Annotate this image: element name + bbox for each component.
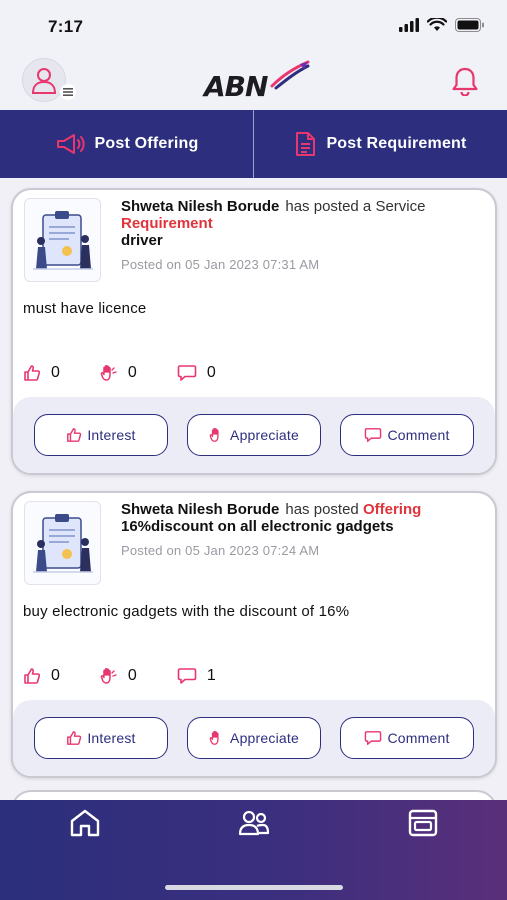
menu-icon — [60, 84, 76, 100]
post-title: driver — [121, 232, 163, 249]
comment-icon — [365, 428, 382, 442]
nav-cards-button[interactable] — [407, 808, 439, 843]
home-indicator — [165, 885, 343, 890]
logo-text: ABN — [204, 70, 268, 103]
appreciate-count-value: 0 — [127, 364, 137, 381]
thumbs-up-icon — [67, 731, 82, 745]
appreciate-button[interactable]: Appreciate — [187, 717, 321, 759]
comment-count-value: 1 — [206, 667, 216, 684]
thumbs-up-icon — [24, 668, 41, 684]
post-author[interactable]: Shweta Nilesh Borude — [121, 198, 279, 215]
profile-avatar-button[interactable] — [22, 58, 76, 102]
wifi-icon — [427, 18, 447, 31]
post-body: must have licence — [23, 300, 147, 317]
interest-button[interactable]: Interest — [34, 717, 168, 759]
post-action-bar: Post Offering Post Requirement — [0, 110, 507, 178]
signal-icon — [399, 18, 419, 32]
status-time: 7:17 — [48, 17, 84, 36]
comment-button[interactable]: Comment — [340, 717, 474, 759]
appreciate-count-value: 0 — [127, 667, 137, 684]
app-header: ABN — [0, 52, 507, 110]
battery-icon — [455, 18, 484, 32]
post-header: Shweta Nilesh Borude has posted a Service… — [121, 198, 485, 249]
home-icon — [70, 809, 100, 837]
thumbs-up-icon — [24, 365, 41, 381]
post-header: Shweta Nilesh Borude has posted Offering … — [121, 501, 485, 535]
post-requirement-button[interactable]: Post Requirement — [254, 110, 507, 178]
status-icons — [399, 18, 485, 32]
bell-icon — [452, 67, 478, 97]
clipboard-illustration-icon — [32, 211, 93, 270]
post-feed[interactable]: Shweta Nilesh Borude has posted a Service… — [0, 178, 507, 800]
comment-icon — [177, 668, 197, 684]
like-count: 0 — [23, 364, 60, 382]
document-icon — [296, 132, 316, 156]
post-timestamp: Posted on 05 Jan 2023 07:24 AM — [121, 543, 320, 558]
post-actions: Interest Appreciate Comment — [13, 700, 495, 776]
interest-label: Interest — [87, 427, 136, 443]
nav-home-button[interactable] — [69, 808, 101, 843]
megaphone-icon — [56, 134, 85, 154]
post-requirement-label: Post Requirement — [326, 135, 467, 152]
interest-button[interactable]: Interest — [34, 414, 168, 456]
interest-label: Interest — [87, 730, 136, 746]
post-kind: Offering — [362, 501, 422, 518]
post-stats: 0 0 1 — [23, 667, 244, 685]
post-card: Shweta Nilesh Borude has posted Offering … — [11, 491, 497, 778]
clap-icon — [100, 668, 117, 684]
post-body: buy electronic gadgets with the discount… — [23, 603, 350, 620]
like-count: 0 — [23, 667, 60, 685]
comment-icon — [177, 365, 197, 381]
nav-network-button[interactable] — [237, 808, 271, 843]
comment-count-value: 0 — [206, 364, 216, 381]
post-author[interactable]: Shweta Nilesh Borude — [121, 501, 279, 518]
notification-bell-button[interactable] — [451, 66, 479, 101]
clipboard-illustration-icon — [32, 514, 93, 573]
post-offering-button[interactable]: Post Offering — [0, 110, 253, 178]
like-count-value: 0 — [51, 667, 60, 684]
post-prefix: has posted a Service — [285, 198, 426, 215]
comment-count: 0 — [177, 364, 216, 382]
appreciate-label: Appreciate — [230, 427, 299, 443]
post-thumbnail — [24, 501, 101, 585]
post-prefix: has posted — [285, 501, 359, 518]
thumbs-up-icon — [67, 428, 82, 442]
comment-label: Comment — [387, 427, 450, 443]
post-offering-label: Post Offering — [94, 135, 199, 152]
post-actions: Interest Appreciate Comment — [13, 397, 495, 473]
like-count-value: 0 — [51, 364, 60, 381]
post-title: 16%discount on all electronic gadgets — [121, 518, 394, 535]
post-card: Shweta Nilesh Borude has posted a Service… — [11, 188, 497, 475]
post-thumbnail — [24, 198, 101, 282]
logo-swoosh — [270, 60, 310, 90]
status-bar: 7:17 — [0, 0, 507, 52]
comment-label: Comment — [387, 730, 450, 746]
post-timestamp: Posted on 05 Jan 2023 07:31 AM — [121, 257, 320, 272]
people-icon — [238, 810, 270, 836]
appreciate-label: Appreciate — [230, 730, 299, 746]
comment-button[interactable]: Comment — [340, 414, 474, 456]
abn-logo: ABN — [200, 60, 310, 104]
post-stats: 0 0 0 — [23, 364, 244, 382]
appreciate-count: 0 — [100, 364, 137, 382]
comment-count: 1 — [177, 667, 216, 685]
clap-icon — [209, 427, 219, 442]
user-avatar-icon — [22, 58, 66, 102]
post-kind: Requirement — [121, 215, 213, 232]
appreciate-count: 0 — [100, 667, 137, 685]
clap-icon — [100, 365, 117, 381]
appreciate-button[interactable]: Appreciate — [187, 414, 321, 456]
clap-icon — [209, 730, 219, 745]
card-icon — [408, 809, 438, 837]
comment-icon — [365, 731, 382, 745]
